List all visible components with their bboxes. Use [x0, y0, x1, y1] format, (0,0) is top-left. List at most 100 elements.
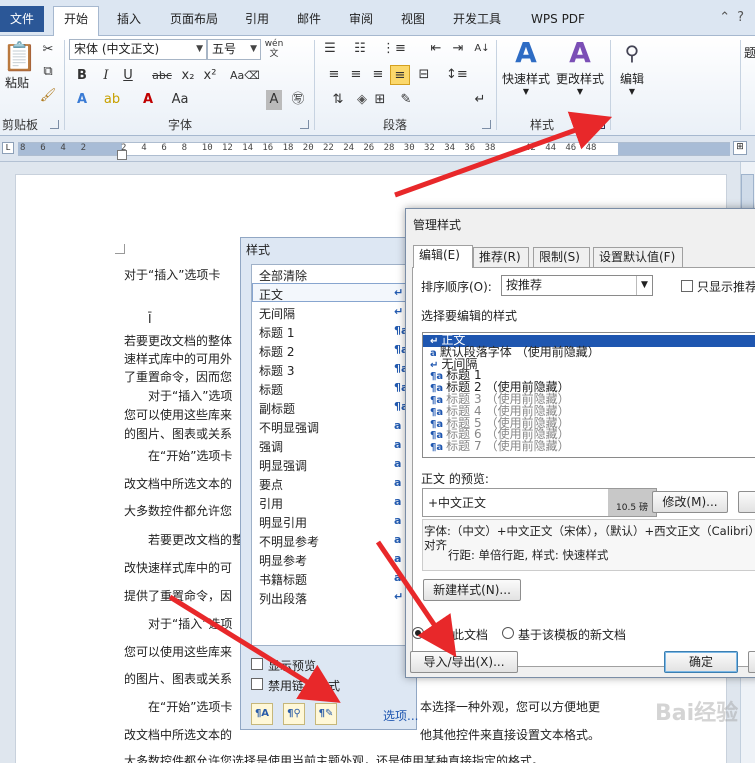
doc-line[interactable]: 若要更改文档的整 [148, 531, 244, 548]
doc-line[interactable]: 改快速样式库中的可 [124, 559, 232, 576]
change-styles-button[interactable]: A 更改样式 ▼ [554, 36, 606, 96]
align-center-icon[interactable]: ≡ [346, 65, 366, 85]
tab-file[interactable]: 文件 [0, 6, 44, 32]
new-style-icon[interactable]: ¶A [251, 703, 273, 725]
modify-button[interactable]: 修改(M)... [652, 491, 728, 513]
doc-line[interactable]: 在“开始”选项卡 [148, 698, 232, 715]
doc-line-tail[interactable]: 他其他控件来直接设置文本格式。 [420, 726, 600, 743]
style-item[interactable]: 强调 [259, 438, 283, 455]
style-item[interactable]: 引用 [259, 495, 283, 512]
new-style-button[interactable]: 新建样式(N)... [423, 579, 521, 601]
italic-icon[interactable]: I [96, 66, 116, 86]
bullets-icon[interactable]: ☰ [320, 39, 340, 59]
doc-line[interactable]: 大多数控件都允许您选择是使用当前主题外观，还是使用某种直接指定的格式。 [124, 752, 544, 763]
subscript-icon[interactable]: x₂ [178, 66, 198, 86]
enclose-char-icon[interactable]: ㊢ [288, 90, 308, 110]
tab-insert[interactable]: 插入 [106, 8, 152, 36]
text-effects-icon[interactable]: A [72, 90, 92, 110]
paste-button[interactable]: 📋 粘贴 [2, 40, 37, 91]
doc-line[interactable]: 对于“插入”选项 [148, 387, 232, 404]
styles-launcher-icon[interactable] [596, 120, 605, 129]
doc-line[interactable]: 了重置命令，因而您 [124, 368, 232, 385]
style-item[interactable]: 不明显参考 [259, 533, 319, 550]
doc-line[interactable]: 的图片、图表或关系 [124, 425, 232, 442]
style-item[interactable]: 标题 3 [259, 362, 294, 379]
help-icon[interactable]: ? [737, 10, 751, 25]
char-shading-icon[interactable]: A [266, 90, 282, 110]
style-item[interactable]: 标题 [259, 381, 283, 398]
radio-only-this-doc[interactable] [412, 627, 424, 639]
align-right-icon[interactable]: ≡ [368, 65, 388, 85]
doc-line-tail[interactable]: 本选择一种外观，您可以方便地更 [420, 698, 600, 715]
import-export-button[interactable]: 导入/导出(X)... [410, 651, 518, 673]
distributed-icon[interactable]: ⊟ [414, 65, 434, 85]
chinese-layout-icon[interactable]: ⇅ [328, 90, 348, 110]
style-item[interactable]: 明显强调 [259, 457, 307, 474]
style-item[interactable]: 副标题 [259, 400, 295, 417]
editing-button[interactable]: ⚲ 编辑 ▼ [612, 36, 652, 96]
doc-line[interactable]: 在“开始”选项卡 [148, 447, 232, 464]
doc-line[interactable]: 改文档中所选文本的 [124, 475, 232, 492]
superscript-icon[interactable]: x² [200, 66, 220, 86]
tab-restrict[interactable]: 限制(S) [533, 247, 590, 267]
tab-edit[interactable]: 编辑(E) [413, 245, 473, 268]
style-item[interactable]: 要点 [259, 476, 283, 493]
disable-linked-checkbox[interactable] [251, 678, 263, 690]
font-launcher-icon[interactable] [300, 120, 309, 129]
shading-icon[interactable]: ◈ [352, 90, 372, 110]
tab-home[interactable]: 开始 [53, 6, 99, 37]
tab-recommend[interactable]: 推荐(R) [473, 247, 529, 267]
tab-developer[interactable]: 开发工具 [444, 8, 510, 36]
ok-button[interactable]: 确定 [664, 651, 738, 673]
style-item[interactable]: 全部清除 [259, 267, 307, 284]
tab-review[interactable]: 审阅 [338, 8, 384, 36]
doc-line[interactable]: 速样式库中的可用外 [124, 350, 232, 367]
only-recommended-checkbox[interactable] [681, 280, 693, 292]
show-marks-icon[interactable]: ↵ [470, 90, 490, 110]
quick-styles-button[interactable]: A 快速样式 ▼ [500, 36, 552, 96]
phonetic-guide-icon[interactable]: wén 文 [264, 39, 284, 59]
dialog-style-row[interactable]: ¶a 标题 7 （使用前隐藏） [430, 440, 570, 453]
manage-styles-icon[interactable]: ¶✎ [315, 703, 337, 725]
tab-mailings[interactable]: 邮件 [286, 8, 332, 36]
copy-icon[interactable]: ⧉ [38, 62, 58, 82]
style-item[interactable]: 正文 [259, 286, 283, 303]
style-item[interactable]: 标题 1 [259, 324, 294, 341]
style-item[interactable]: 无间隔 [259, 305, 295, 322]
sort-order-select[interactable]: 按推荐 ▼ [501, 275, 653, 296]
window-controls[interactable]: ⌃? [719, 10, 751, 25]
format-painter-icon[interactable]: 🖌 [38, 86, 58, 106]
numbering-icon[interactable]: ☷ [350, 39, 370, 59]
change-case-icon[interactable]: Aa [170, 90, 190, 110]
minimize-ribbon-icon[interactable]: ⌃ [719, 10, 737, 25]
style-item[interactable]: 列出段落 [259, 590, 307, 607]
style-item[interactable]: 明显引用 [259, 514, 307, 531]
doc-line[interactable]: 提供了重置命令，因 [124, 587, 232, 604]
font-name-combo[interactable]: 宋体 (中文正文) ▼ [69, 39, 207, 60]
style-inspector-icon[interactable]: ¶⚲ [283, 703, 305, 725]
tab-references[interactable]: 引用 [234, 8, 280, 36]
align-left-icon[interactable]: ≡ [324, 65, 344, 85]
bold-icon[interactable]: B [72, 66, 92, 86]
style-item[interactable]: 明显参考 [259, 552, 307, 569]
sort-icon[interactable]: A↓ [472, 39, 492, 59]
view-ruler-icon[interactable]: ⊞ [733, 141, 747, 155]
delete-button[interactable] [738, 491, 755, 513]
doc-line[interactable]: 大多数控件都允许您 [124, 502, 232, 519]
justify-icon[interactable]: ≡ [390, 65, 410, 85]
font-color-icon[interactable]: A [138, 90, 158, 110]
highlight-icon[interactable]: ab [102, 90, 122, 110]
doc-line[interactable]: 您可以使用这些库来 [124, 643, 232, 660]
style-options-link[interactable]: 选项... [383, 707, 418, 724]
doc-line[interactable]: 若要更改文档的整体 [124, 332, 232, 349]
cancel-button[interactable] [748, 651, 755, 673]
borders-icon[interactable]: ⊞ [370, 90, 390, 110]
underline-icon[interactable]: U [118, 66, 138, 86]
tab-wps-pdf[interactable]: WPS PDF [520, 8, 596, 36]
tab-view[interactable]: 视图 [390, 8, 436, 36]
style-item[interactable]: 书籍标题 [259, 571, 307, 588]
doc-line[interactable]: 的图片、图表或关系 [124, 670, 232, 687]
multilevel-list-icon[interactable]: ⋮≡ [382, 39, 406, 59]
radio-template[interactable] [502, 627, 514, 639]
tab-page-layout[interactable]: 页面布局 [160, 8, 228, 36]
